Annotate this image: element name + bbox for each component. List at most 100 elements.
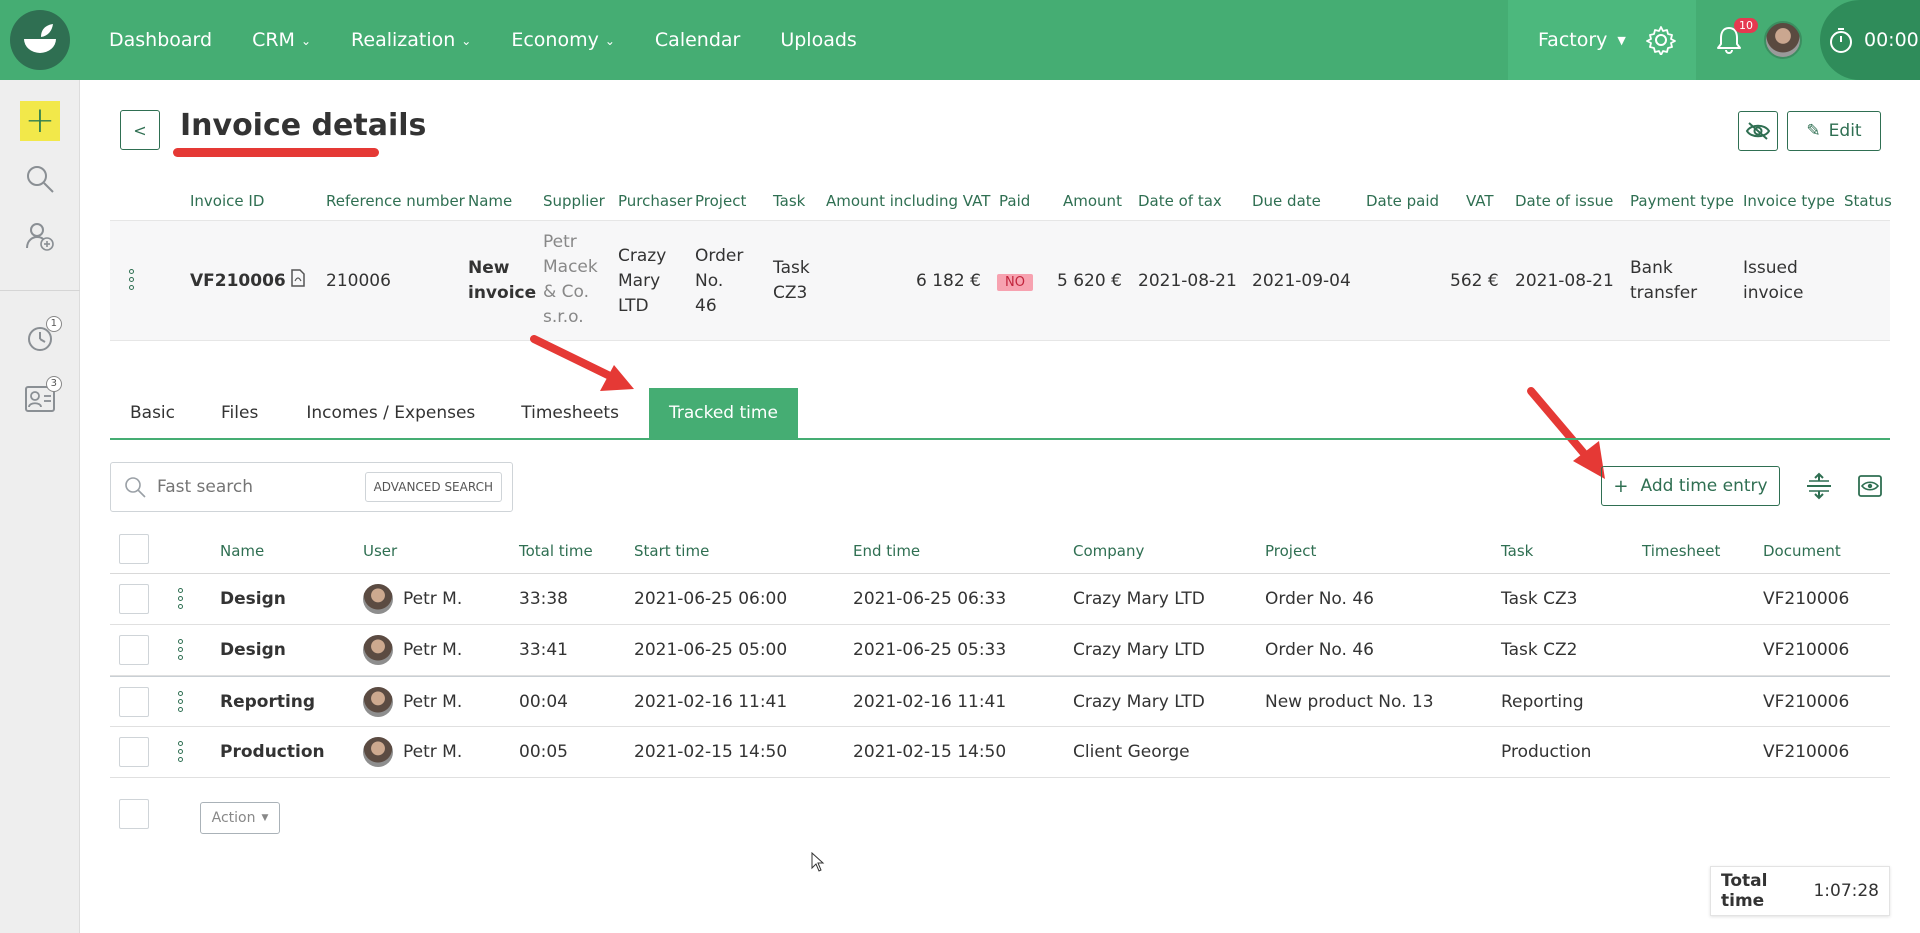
task: Task CZ3 bbox=[773, 256, 810, 306]
row-menu-icon[interactable] bbox=[176, 741, 184, 762]
column-header[interactable]: Invoice ID bbox=[190, 192, 264, 210]
column-header[interactable]: Name bbox=[468, 192, 512, 210]
search-icon bbox=[125, 477, 146, 498]
column-header[interactable]: End time bbox=[853, 542, 920, 560]
column-header[interactable]: Amount bbox=[1063, 192, 1122, 210]
column-header[interactable]: Amount including VAT bbox=[826, 192, 990, 210]
column-header[interactable]: Task bbox=[1501, 542, 1533, 560]
search-icon[interactable] bbox=[24, 163, 56, 195]
chevron-down-icon: ⌄ bbox=[604, 34, 615, 48]
column-header[interactable]: Payment type bbox=[1630, 192, 1734, 210]
column-header[interactable]: Name bbox=[220, 542, 264, 560]
column-header[interactable]: Project bbox=[1265, 542, 1316, 560]
entry-name[interactable]: Production bbox=[220, 742, 325, 762]
action-dropdown[interactable]: Action ▼ bbox=[200, 802, 280, 834]
advanced-search-button[interactable]: ADVANCED SEARCH bbox=[364, 472, 502, 502]
user-avatar[interactable] bbox=[1763, 21, 1802, 59]
column-header[interactable]: Due date bbox=[1252, 192, 1321, 210]
tab-incomes-expenses[interactable]: Incomes / Expenses bbox=[284, 388, 497, 438]
time-tracker[interactable]: 00:00 bbox=[1820, 0, 1920, 80]
nav-uploads[interactable]: Uploads bbox=[780, 29, 856, 51]
main-nav: Dashboard CRM ⌄ Realization ⌄ Economy ⌄ Cal… bbox=[109, 0, 897, 80]
supplier-line: Petr bbox=[543, 232, 577, 252]
row-checkbox[interactable] bbox=[119, 584, 149, 614]
column-header[interactable]: Task bbox=[773, 192, 805, 210]
nav-label: Calendar bbox=[654, 29, 741, 51]
row-menu-icon[interactable] bbox=[176, 691, 184, 712]
stopwatch-icon bbox=[1830, 28, 1852, 53]
tab-tracked-time[interactable]: Tracked time bbox=[648, 388, 798, 438]
user-avatar bbox=[363, 687, 393, 717]
action-label: Action bbox=[211, 810, 256, 826]
edit-button[interactable]: ✎ Edit bbox=[1787, 111, 1881, 151]
nav-crm[interactable]: CRM ⌄ bbox=[252, 29, 311, 51]
entry-name[interactable]: Reporting bbox=[220, 692, 315, 712]
alarm-clock-icon[interactable]: 1 bbox=[24, 316, 62, 354]
quick-add-button[interactable]: + bbox=[20, 101, 60, 141]
nav-label: Dashboard bbox=[109, 29, 213, 51]
back-button[interactable]: < bbox=[120, 110, 160, 150]
nav-economy[interactable]: Economy ⌄ bbox=[511, 29, 615, 51]
invoice-name: New invoice bbox=[468, 256, 536, 306]
nav-calendar[interactable]: Calendar bbox=[655, 29, 740, 51]
workspace-selector[interactable]: Factory ▼ bbox=[1538, 29, 1626, 51]
add-time-entry-button[interactable]: + Add time entry bbox=[1601, 466, 1780, 506]
bulk-select-checkbox[interactable] bbox=[119, 799, 149, 829]
hide-button[interactable] bbox=[1738, 111, 1778, 151]
column-header[interactable]: Company bbox=[1073, 542, 1144, 560]
column-header[interactable]: Start time bbox=[634, 542, 709, 560]
nav-dashboard[interactable]: Dashboard bbox=[109, 29, 212, 51]
entry-name[interactable]: Design bbox=[220, 589, 286, 609]
column-header[interactable]: VAT bbox=[1466, 192, 1494, 210]
contact-card-icon[interactable]: 3 bbox=[24, 376, 62, 414]
task-line: Task bbox=[773, 258, 810, 278]
row-menu-icon[interactable] bbox=[176, 639, 184, 660]
row-checkbox[interactable] bbox=[119, 687, 149, 717]
tab-timesheets[interactable]: Timesheets bbox=[497, 388, 643, 438]
column-header[interactable]: Date of tax bbox=[1138, 192, 1222, 210]
column-header[interactable]: Date of issue bbox=[1515, 192, 1613, 210]
row-height-icon[interactable] bbox=[1804, 471, 1834, 501]
add-contact-icon[interactable] bbox=[24, 220, 56, 252]
row-checkbox[interactable] bbox=[119, 737, 149, 767]
column-visibility-icon[interactable] bbox=[1855, 471, 1885, 501]
nav-label: Uploads bbox=[780, 29, 857, 51]
nav-label: Realization bbox=[351, 29, 456, 51]
entry-total-time: 00:05 bbox=[519, 742, 568, 762]
app-logo[interactable] bbox=[10, 10, 70, 70]
column-header[interactable]: Timesheet bbox=[1642, 542, 1720, 560]
column-header[interactable]: Invoice type bbox=[1743, 192, 1835, 210]
entry-start-time: 2021-02-16 11:41 bbox=[634, 692, 788, 712]
table-row[interactable]: Design Petr M. 33:38 2021-06-25 06:00 20… bbox=[110, 574, 1890, 625]
eye-slash-icon bbox=[1745, 122, 1771, 140]
vat: 562 € bbox=[1450, 271, 1499, 291]
tab-files[interactable]: Files bbox=[195, 388, 284, 438]
row-menu-icon[interactable] bbox=[127, 269, 135, 290]
row-checkbox[interactable] bbox=[119, 635, 149, 665]
tab-basic[interactable]: Basic bbox=[110, 388, 195, 438]
column-header[interactable]: Project bbox=[695, 192, 746, 210]
table-row[interactable]: Design Petr M. 33:41 2021-06-25 05:00 20… bbox=[110, 625, 1890, 676]
date-of-issue: 2021-08-21 bbox=[1515, 271, 1614, 291]
table-row[interactable]: Production Petr M. 00:05 2021-02-15 14:5… bbox=[110, 727, 1890, 778]
column-header[interactable]: User bbox=[363, 542, 397, 560]
pdf-icon[interactable] bbox=[291, 269, 305, 295]
entry-name[interactable]: Design bbox=[220, 640, 286, 660]
nav-realization[interactable]: Realization ⌄ bbox=[351, 29, 471, 51]
column-header[interactable]: Total time bbox=[519, 542, 593, 560]
table-row[interactable]: Reporting Petr M. 00:04 2021-02-16 11:41… bbox=[110, 676, 1890, 727]
column-header[interactable]: Paid bbox=[999, 192, 1030, 210]
column-header[interactable]: Purchaser bbox=[618, 192, 692, 210]
row-menu-icon[interactable] bbox=[176, 588, 184, 609]
column-header[interactable]: Document bbox=[1763, 542, 1841, 560]
entry-task: Task CZ2 bbox=[1501, 640, 1578, 660]
column-header[interactable]: Reference number bbox=[326, 192, 465, 210]
gear-icon[interactable] bbox=[1645, 25, 1676, 55]
total-time-value: 1:07:28 bbox=[1813, 881, 1879, 901]
project: Order No. 46 bbox=[695, 244, 743, 319]
column-header[interactable]: Status bbox=[1844, 192, 1892, 210]
column-header[interactable]: Date paid bbox=[1366, 192, 1439, 210]
select-all-checkbox[interactable] bbox=[119, 534, 149, 564]
column-header[interactable]: Supplier bbox=[543, 192, 605, 210]
search-input[interactable] bbox=[157, 477, 357, 497]
